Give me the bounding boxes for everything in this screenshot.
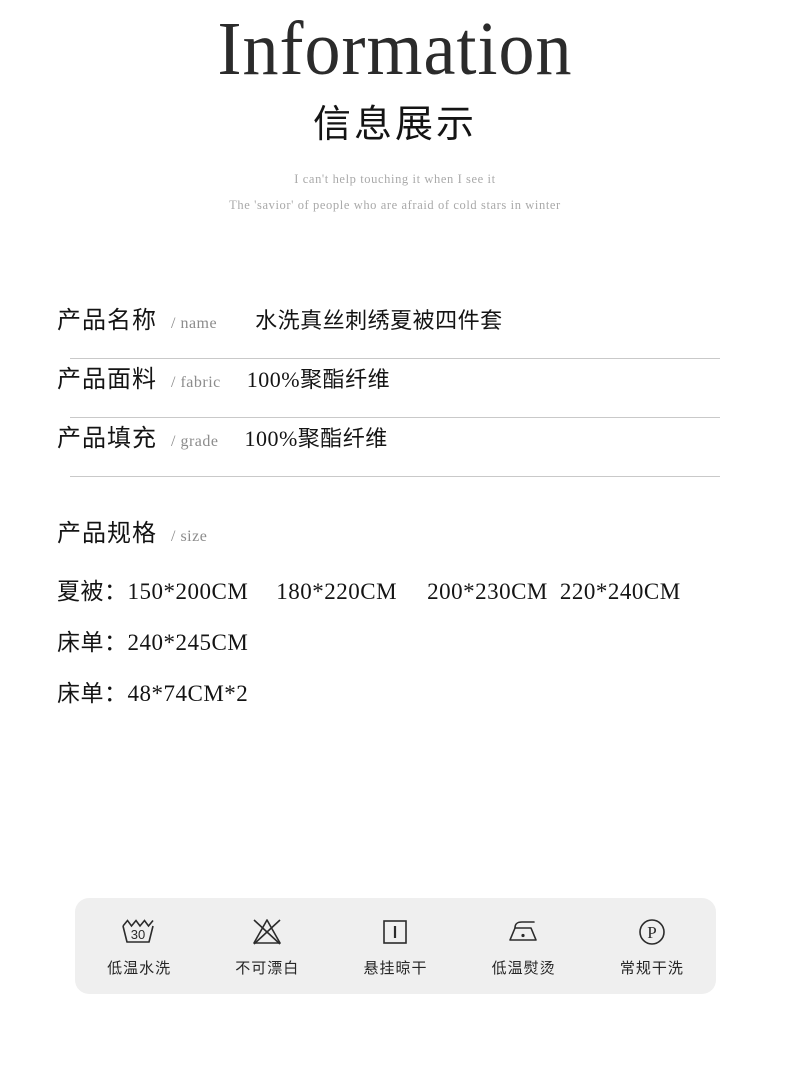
care-label-dryclean: 常规干洗 — [619, 960, 684, 977]
care-label-iron: 低温熨烫 — [491, 960, 556, 977]
size-line-quilt-value-3: 200*230CM — [427, 579, 548, 604]
size-line-sheet-name: 床单： — [57, 630, 128, 655]
spec-label-name-en: / name — [171, 315, 218, 332]
page-title-english: Information — [217, 6, 573, 91]
svg-text:30: 30 — [131, 927, 145, 942]
iron-one-dot-icon — [504, 914, 544, 950]
size-line-pillowcase-name: 床单： — [57, 681, 128, 706]
page-title-chinese: 信息展示 — [312, 104, 477, 146]
spec-divider-3 — [70, 476, 720, 477]
size-line-sheet: 床单：240*245CM — [57, 617, 790, 668]
spec-label-fabric-cn: 产品面料 — [57, 367, 157, 393]
care-item-bleach: 不可漂白 — [208, 914, 326, 978]
care-item-dryclean: P 常规干洗 — [593, 914, 711, 978]
size-line-sheet-value-1: 240*245CM — [127, 630, 249, 655]
svg-text:P: P — [647, 923, 656, 942]
spec-label-size-cn: 产品规格 — [57, 521, 157, 547]
care-instructions-panel: 30 低温水洗 不可漂白 悬挂晾干 低温熨烫 P 常规干洗 — [75, 898, 716, 994]
spec-value-name: 水洗真丝刺绣夏被四件套 — [255, 308, 503, 333]
page-header: Information 信息展示 I can't help touching i… — [0, 0, 790, 213]
spec-label-size-en: / size — [171, 528, 208, 545]
size-line-pillowcase: 床单：48*74CM*2 — [57, 668, 790, 719]
care-item-iron: 低温熨烫 — [465, 914, 583, 978]
care-label-bleach: 不可漂白 — [235, 960, 300, 977]
no-bleach-triangle-crossed-icon — [249, 914, 285, 950]
spec-label-grade-en: / grade — [171, 433, 219, 450]
spec-value-grade: 100%聚酯纤维 — [244, 426, 388, 451]
care-label-dry: 悬挂晾干 — [363, 960, 428, 977]
spec-row-fabric: 产品面料 / fabric 100%聚酯纤维 — [0, 359, 790, 417]
size-line-pillowcase-value-1: 48*74CM*2 — [127, 681, 249, 706]
spec-label-grade-cn: 产品填充 — [57, 426, 157, 452]
size-line-list: 夏被：150*200CM 180*220CM 200*230CM 220*240CM … — [0, 566, 790, 719]
dry-clean-p-circle-icon: P — [635, 914, 669, 950]
care-item-wash: 30 低温水洗 — [80, 914, 198, 978]
wash-basin-30-icon: 30 — [119, 914, 159, 950]
care-item-dry: 悬挂晾干 — [336, 914, 454, 978]
spec-row-size-header: 产品规格 / size — [0, 513, 790, 548]
subtitle-line-2: The 'savior' of people who are afraid of… — [229, 198, 561, 212]
product-spec-list: 产品名称 / name 水洗真丝刺绣夏被四件套 产品面料 / fabric 10… — [0, 300, 790, 719]
size-line-quilt-value-1: 150*200CM — [127, 579, 249, 604]
spec-label-fabric-en: / fabric — [171, 374, 221, 391]
size-line-quilt-value-2: 180*220CM — [276, 579, 398, 604]
subtitle-line-1: I can't help touching it when I see it — [294, 172, 496, 186]
spec-row-name: 产品名称 / name 水洗真丝刺绣夏被四件套 — [0, 300, 790, 358]
size-line-quilt-value-4: 220*240CM — [559, 579, 681, 604]
size-line-quilt-name: 夏被： — [57, 579, 128, 604]
hang-dry-square-icon — [379, 914, 411, 950]
spec-row-grade: 产品填充 / grade 100%聚酯纤维 — [0, 418, 790, 476]
care-label-wash: 低温水洗 — [107, 960, 172, 977]
size-line-quilt: 夏被：150*200CM 180*220CM 200*230CM 220*240CM — [57, 566, 790, 617]
spec-label-name-cn: 产品名称 — [57, 308, 157, 334]
spec-value-fabric: 100%聚酯纤维 — [246, 367, 391, 392]
